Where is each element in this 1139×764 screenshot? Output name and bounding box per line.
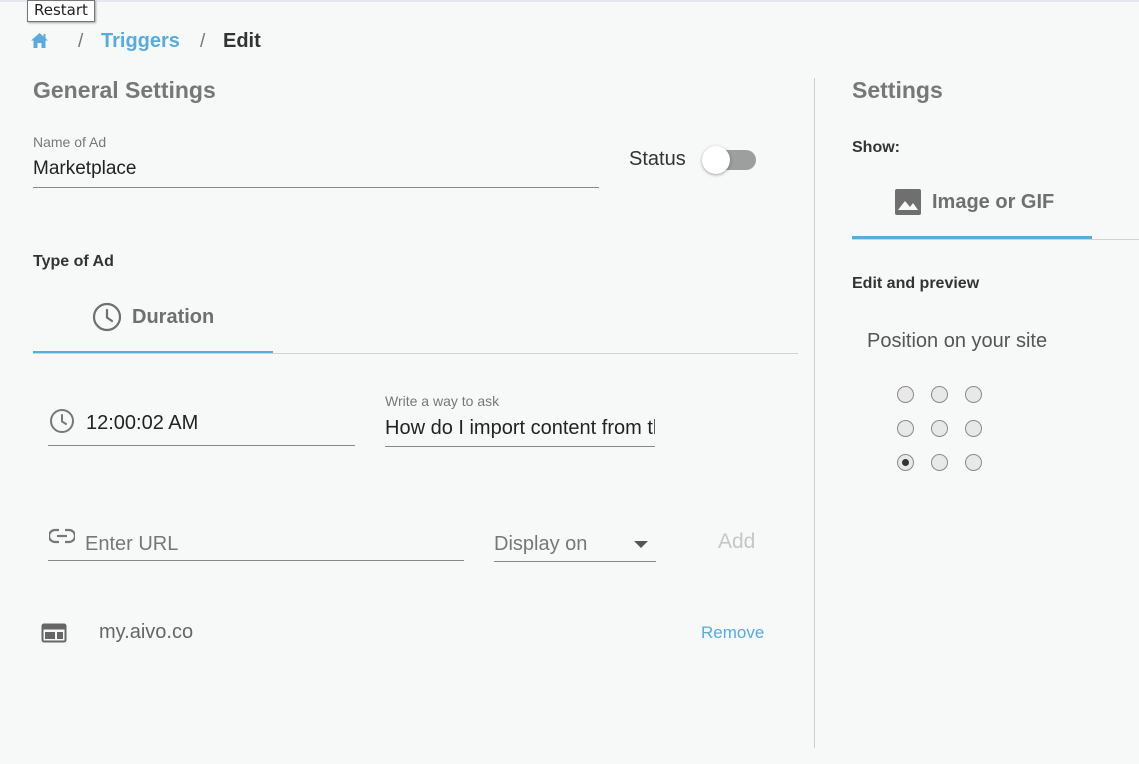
- status-label: Status: [629, 148, 686, 170]
- breadcrumb-triggers[interactable]: Triggers: [101, 30, 180, 53]
- tab-divider: [33, 353, 798, 354]
- tab-divider: [852, 239, 1139, 240]
- settings-title: Settings: [852, 77, 943, 103]
- time-field-underline: [48, 445, 355, 446]
- status-toggle-knob[interactable]: [702, 146, 730, 174]
- name-field-underline: [33, 187, 599, 188]
- clock-icon[interactable]: [49, 408, 75, 439]
- position-middle-right-radio[interactable]: [965, 420, 982, 437]
- position-top-left-radio[interactable]: [897, 386, 914, 403]
- name-of-ad-field[interactable]: Marketplace: [33, 158, 137, 180]
- position-top-center-radio[interactable]: [931, 386, 948, 403]
- tab-duration[interactable]: Duration: [92, 302, 214, 332]
- home-icon[interactable]: [30, 32, 49, 49]
- position-middle-center-radio[interactable]: [931, 420, 948, 437]
- panel-divider: [814, 78, 815, 748]
- domain-list-item: my.aivo.co: [99, 621, 194, 643]
- ask-field-underline: [385, 446, 655, 447]
- display-on-select[interactable]: Display on: [494, 533, 587, 556]
- tab-duration-label: Duration: [132, 305, 215, 328]
- display-on-underline: [494, 561, 656, 562]
- remove-button[interactable]: Remove: [701, 623, 764, 643]
- breadcrumb-current: Edit: [223, 30, 261, 52]
- web-icon: [41, 623, 67, 648]
- position-top-right-radio[interactable]: [965, 386, 982, 403]
- ask-field[interactable]: How do I import content from the: [385, 417, 655, 440]
- top-border: [0, 0, 1139, 2]
- position-bottom-center-radio[interactable]: [931, 454, 948, 471]
- link-icon: [47, 527, 77, 550]
- position-bottom-left-radio[interactable]: [897, 454, 914, 471]
- position-label: Position on your site: [867, 330, 1048, 352]
- breadcrumb-separator: /: [78, 31, 84, 52]
- url-input[interactable]: [85, 531, 460, 557]
- time-field[interactable]: 12:00:02 AM: [86, 412, 198, 435]
- image-icon: [894, 188, 922, 216]
- tab-image-or-gif[interactable]: Image or GIF: [894, 188, 1054, 216]
- chevron-down-icon[interactable]: [634, 541, 648, 548]
- url-input-underline: [48, 560, 464, 561]
- position-middle-left-radio[interactable]: [897, 420, 914, 437]
- restart-tooltip: Restart: [27, 0, 95, 22]
- tab-image-or-gif-label: Image or GIF: [932, 190, 1055, 213]
- edit-and-preview-label: Edit and preview: [852, 275, 980, 292]
- type-of-ad-label: Type of Ad: [33, 253, 114, 270]
- position-bottom-right-radio[interactable]: [965, 454, 982, 471]
- clock-icon: [92, 302, 122, 332]
- add-button[interactable]: Add: [718, 530, 755, 554]
- show-label: Show:: [852, 139, 900, 156]
- name-of-ad-label: Name of Ad: [33, 134, 107, 150]
- general-settings-title: General Settings: [33, 77, 216, 103]
- write-a-way-to-ask-label: Write a way to ask: [385, 393, 500, 409]
- breadcrumb-separator: /: [200, 31, 206, 52]
